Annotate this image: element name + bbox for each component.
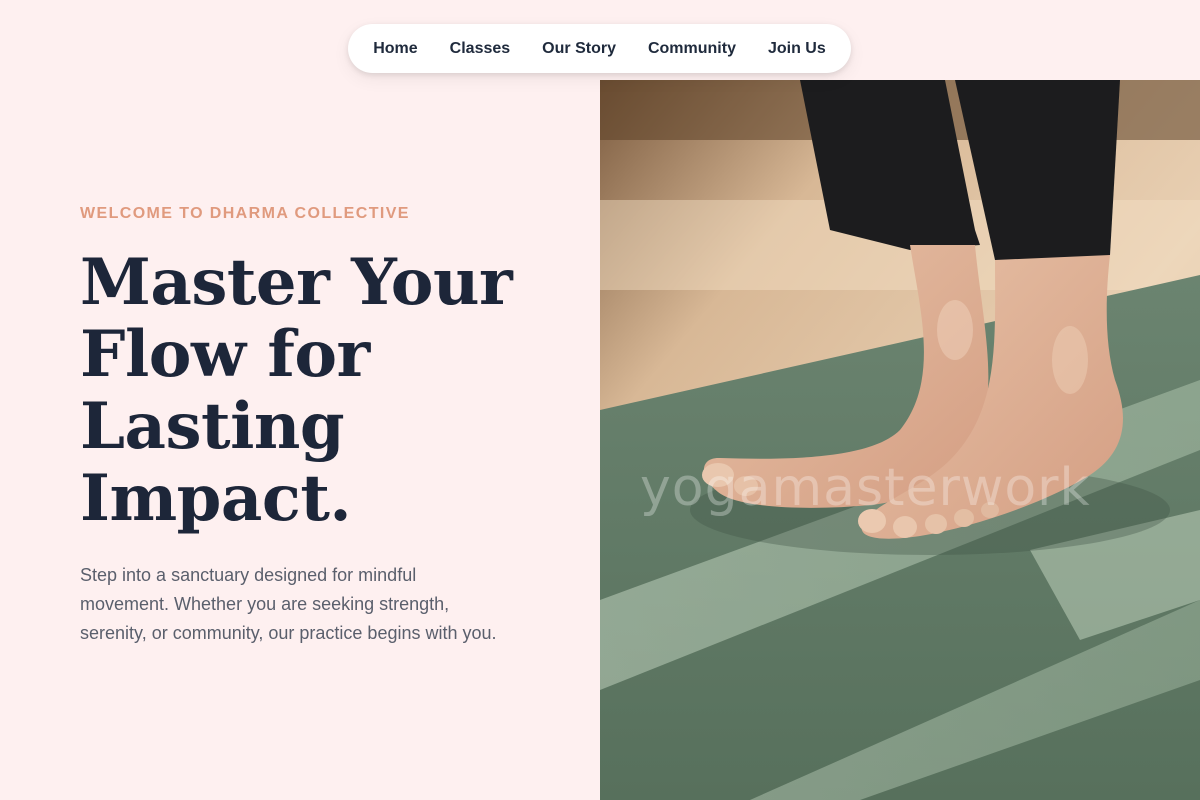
headline-line-3: Lasting bbox=[80, 389, 345, 464]
hero-text-column: WELCOME TO DHARMA COLLECTIVE Master Your… bbox=[80, 203, 540, 648]
landing-page: Home Classes Our Story Community Join Us… bbox=[0, 0, 1200, 800]
image-watermark: yogamasterwork bbox=[640, 458, 1091, 518]
nav-our-story-link[interactable]: Our Story bbox=[526, 40, 632, 58]
nav-home-link[interactable]: Home bbox=[357, 40, 433, 58]
hero-description: Step into a sanctuary designed for mindf… bbox=[80, 565, 497, 643]
nav-classes-link[interactable]: Classes bbox=[434, 40, 527, 58]
top-navigation: Home Classes Our Story Community Join Us bbox=[348, 24, 851, 73]
headline-line-2: Flow for bbox=[80, 317, 370, 392]
headline-line-4: Impact. bbox=[80, 461, 352, 536]
hero-photo-yoga-feet bbox=[600, 80, 1200, 800]
headline-line-1: Master Your bbox=[80, 245, 513, 320]
nav-join-us-link[interactable]: Join Us bbox=[752, 40, 842, 58]
hero-eyebrow: WELCOME TO DHARMA COLLECTIVE bbox=[80, 205, 410, 222]
nav-community-link[interactable]: Community bbox=[632, 40, 752, 58]
hero-headline: Master Your Flow for Lasting Impact. bbox=[80, 247, 540, 535]
